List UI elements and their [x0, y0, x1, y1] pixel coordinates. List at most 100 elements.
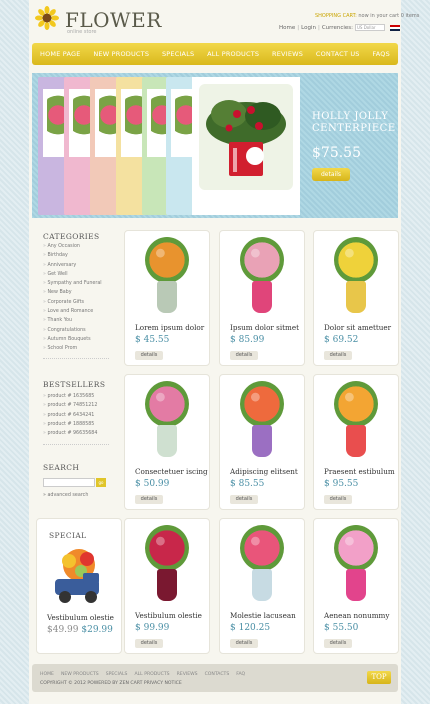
- product-name[interactable]: Ipsum dolor sitmet: [230, 323, 299, 332]
- categories-list: Any OccasionBirthdayAnniversaryGet WellS…: [43, 242, 102, 354]
- category-link[interactable]: Thank You: [43, 316, 102, 325]
- category-link[interactable]: Sympathy and Funeral: [43, 279, 101, 288]
- category-link[interactable]: Congratulations: [43, 326, 102, 335]
- product-image[interactable]: [131, 237, 203, 315]
- category-link[interactable]: Love and Romance: [43, 307, 102, 316]
- product-name[interactable]: Vestibulum olestie: [135, 611, 202, 620]
- product-image[interactable]: [131, 525, 203, 603]
- category-link[interactable]: Autumn Bouquets: [43, 335, 102, 344]
- footer-link[interactable]: CONTACTS: [205, 672, 230, 677]
- details-button[interactable]: details: [135, 351, 163, 360]
- product-card[interactable]: Dolor sit amettuer $ 69.52 details: [313, 230, 399, 366]
- category-link[interactable]: Birthday: [43, 251, 102, 260]
- details-button[interactable]: details: [135, 639, 163, 648]
- category-link[interactable]: Corporate Gifts: [43, 298, 102, 307]
- nav-new-products[interactable]: NEW PRODUCTS: [93, 50, 149, 58]
- product-image[interactable]: [226, 237, 298, 315]
- currencies-label: Currencies:: [321, 24, 353, 31]
- footer-link[interactable]: NEW PRODUCTS: [61, 672, 99, 677]
- product-name[interactable]: Lorem ipsum dolor: [135, 323, 204, 332]
- product-card[interactable]: Lorem ipsum dolor $ 45.55 details: [124, 230, 210, 366]
- sunflower-logo-icon[interactable]: [35, 6, 59, 30]
- cart-status: SHOPPING CART: now in your cart 0 items: [315, 13, 419, 19]
- bouquet-shape: [240, 237, 284, 283]
- product-image[interactable]: [226, 381, 298, 459]
- category-link[interactable]: Anniversary: [43, 261, 102, 270]
- footer-link[interactable]: SPECIALS: [106, 672, 128, 677]
- back-to-top-button[interactable]: TOP: [367, 671, 391, 684]
- login-link[interactable]: Login: [301, 25, 316, 31]
- category-link[interactable]: School Prom: [43, 344, 102, 353]
- uk-flag-icon[interactable]: [389, 24, 400, 31]
- product-card[interactable]: Ipsum dolor sitmet $ 85.99 details: [219, 230, 305, 366]
- search-heading: SEARCH: [43, 463, 80, 472]
- product-price: $ 50.99: [135, 479, 170, 489]
- product-name[interactable]: Aenean nonummy: [324, 611, 389, 620]
- category-link[interactable]: New Baby: [43, 288, 102, 297]
- vase-shape: [157, 569, 177, 601]
- product-name[interactable]: Consectetuer iscing: [135, 467, 208, 476]
- special-heading: SPECIAL: [49, 531, 87, 540]
- product-name[interactable]: Vestibulum olestie: [47, 613, 114, 622]
- product-image[interactable]: [320, 525, 392, 603]
- nav-specials[interactable]: SPECIALS: [162, 50, 194, 58]
- home-link[interactable]: Home: [279, 25, 295, 31]
- vase-shape: [157, 425, 177, 457]
- nav-reviews[interactable]: REVIEWS: [272, 50, 303, 58]
- product-name[interactable]: Molestie lacusean: [230, 611, 296, 620]
- bouquet-shape: [145, 381, 189, 427]
- product-card[interactable]: Consectetuer iscing $ 50.99 details: [124, 374, 210, 510]
- search-go-button[interactable]: go: [96, 478, 106, 487]
- footer-link[interactable]: ALL PRODUCTS: [134, 672, 169, 677]
- product-price: $ 85.55: [230, 479, 265, 489]
- banner-featured-image[interactable]: [192, 77, 300, 215]
- product-card[interactable]: Vestibulum olestie $ 99.99 details: [124, 518, 210, 654]
- product-card[interactable]: Adipiscing elitsent $ 85.55 details: [219, 374, 305, 510]
- currency-select[interactable]: US Dollar: [354, 24, 385, 31]
- product-card[interactable]: Praesent estibulum $ 95.55 details: [313, 374, 399, 510]
- vase-shape: [346, 281, 366, 313]
- product-image[interactable]: [320, 237, 392, 315]
- bestseller-link[interactable]: product # 74851212: [43, 401, 97, 410]
- product-card[interactable]: Aenean nonummy $ 55.50 details: [313, 518, 399, 654]
- product-card[interactable]: Molestie lacusean $ 120.25 details: [219, 518, 305, 654]
- footer-link[interactable]: HOME: [40, 672, 54, 677]
- product-image[interactable]: [226, 525, 298, 603]
- nav-all-products[interactable]: ALL PRODUCTS: [207, 50, 259, 58]
- product-price: $ 95.55: [324, 479, 359, 489]
- details-button[interactable]: details: [324, 639, 352, 648]
- vase-shape: [252, 569, 272, 601]
- vase-shape: [157, 281, 177, 313]
- bestseller-link[interactable]: product # 96635684: [43, 429, 97, 438]
- bestsellers-list: product # 1635685product # 74851212produ…: [43, 392, 97, 438]
- details-button[interactable]: details: [324, 495, 352, 504]
- bestsellers-heading: BESTSELLERS: [43, 380, 106, 389]
- bestseller-link[interactable]: product # 1888585: [43, 420, 97, 429]
- bestseller-link[interactable]: product # 6434241: [43, 411, 97, 420]
- details-button[interactable]: details: [135, 495, 163, 504]
- bestseller-link[interactable]: product # 1635685: [43, 392, 97, 401]
- product-name[interactable]: Adipiscing elitsent: [230, 467, 298, 476]
- details-button[interactable]: details: [230, 639, 258, 648]
- advanced-search-link[interactable]: » advanced search: [43, 493, 88, 498]
- special-card[interactable]: SPECIAL Vestibulum olestie $49.99 $29.99: [36, 518, 122, 654]
- footer-link[interactable]: FAQ: [236, 672, 245, 677]
- product-name[interactable]: Praesent estibulum: [324, 467, 395, 476]
- nav-home-page[interactable]: HOME PAGE: [40, 50, 81, 58]
- banner-details-button[interactable]: details: [312, 168, 350, 181]
- shopping-cart-link[interactable]: SHOPPING CART:: [315, 13, 357, 19]
- product-image[interactable]: [320, 381, 392, 459]
- details-button[interactable]: details: [230, 495, 258, 504]
- nav-contact-us[interactable]: CONTACT US: [316, 50, 360, 58]
- main-nav: HOME PAGE NEW PRODUCTS SPECIALS ALL PROD…: [32, 43, 398, 65]
- footer-link[interactable]: REVIEWS: [177, 672, 198, 677]
- details-button[interactable]: details: [324, 351, 352, 360]
- details-button[interactable]: details: [230, 351, 258, 360]
- nav-faqs[interactable]: FAQS: [372, 50, 390, 58]
- product-image[interactable]: [131, 381, 203, 459]
- product-name[interactable]: Dolor sit amettuer: [324, 323, 391, 332]
- copyright-text: COPYRIGHT © 2012 POWERED BY ZEN CART PRI…: [40, 681, 182, 686]
- search-input[interactable]: [43, 478, 95, 487]
- category-link[interactable]: Get Well: [43, 270, 102, 279]
- category-link[interactable]: Any Occasion: [43, 242, 102, 251]
